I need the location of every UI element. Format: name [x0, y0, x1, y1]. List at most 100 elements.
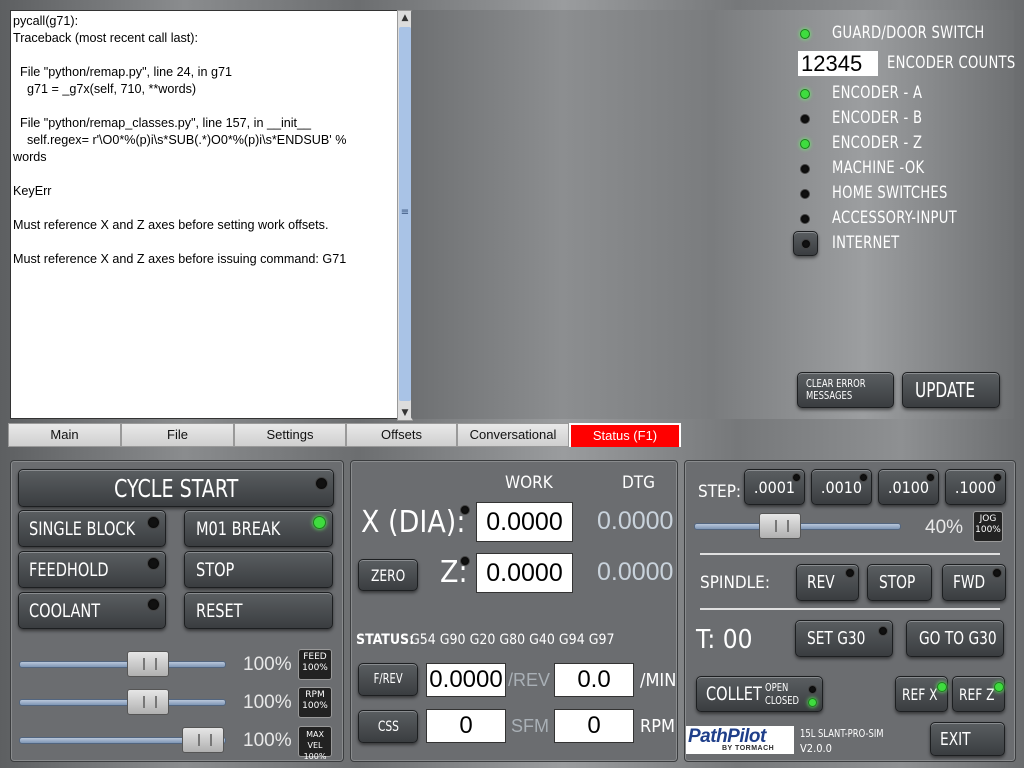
cycle-start-button[interactable]: CYCLE START [18, 469, 334, 507]
css-button[interactable]: CSS [358, 710, 418, 743]
tab-file[interactable]: File [121, 423, 234, 447]
scroll-up-icon[interactable]: ▲ [399, 11, 411, 25]
x-ref-led-icon [460, 505, 470, 515]
ref-z-label: REF Z [959, 684, 995, 704]
step-0010-button[interactable]: .0010 [811, 469, 872, 505]
maxvel-reset-button[interactable]: MAX VEL 100% [298, 726, 332, 761]
spindle-stop-button[interactable]: STOP [867, 564, 932, 601]
fwd-led-icon [992, 568, 1002, 578]
collet-open-led-icon [808, 685, 817, 694]
feed-override-slider[interactable] [19, 661, 226, 668]
collet-closed-label: CLOSED [765, 694, 799, 707]
console-line: File "python/remap.py", line 24, in g71 [13, 65, 232, 79]
feed-rev-input[interactable]: 0.0000 [426, 663, 506, 697]
encoder-a-led-icon [800, 89, 810, 99]
internet-button[interactable] [793, 231, 818, 256]
step-0100-led-icon [926, 473, 935, 482]
maxvel-btn-value: 100% [303, 752, 327, 761]
set-g30-led-icon [878, 626, 888, 636]
machine-ok-label: MACHINE -OK [832, 158, 925, 178]
sfm-input[interactable]: 0 [426, 709, 506, 743]
jog-btn-label: JOG [979, 514, 997, 524]
exit-button[interactable]: EXIT [930, 722, 1005, 756]
zero-button[interactable]: ZERO [358, 559, 418, 591]
feedhold-label: FEEDHOLD [29, 558, 109, 581]
accessory-input-led-icon [800, 214, 810, 224]
console-line: self.regex= r'\O0*%(p)i\s*SUB(.*)O0*%(p)… [13, 133, 347, 147]
error-console[interactable]: pycall(g71): Traceback (most recent call … [10, 10, 398, 419]
tab-offsets[interactable]: Offsets [346, 423, 457, 447]
tab-settings[interactable]: Settings [234, 423, 346, 447]
go-to-g30-button[interactable]: GO TO G30 [906, 620, 1004, 657]
tab-status[interactable]: Status (F1) [569, 423, 681, 447]
maxvel-btn-label: MAX VEL [306, 730, 324, 750]
reset-button[interactable]: RESET [184, 592, 333, 629]
z-dtg-value: 0.0000 [597, 558, 674, 586]
feedhold-button[interactable]: FEEDHOLD [18, 551, 166, 588]
set-g30-label: SET G30 [807, 628, 866, 649]
encoder-z-led-icon [800, 139, 810, 149]
m01-break-button[interactable]: M01 BREAK [184, 510, 333, 547]
step-0100-button[interactable]: .0100 [878, 469, 939, 505]
single-block-button[interactable]: SINGLE BLOCK [18, 510, 166, 547]
feed-reset-button[interactable]: FEED 100% [298, 649, 332, 680]
jog-reset-button[interactable]: JOG 100% [973, 511, 1003, 542]
internet-led-icon [801, 239, 811, 249]
z-work-dro[interactable]: 0.0000 [476, 553, 573, 593]
rpm-slider-thumb[interactable] [127, 689, 169, 715]
spindle-stop-label: STOP [879, 572, 916, 593]
collet-button[interactable]: COLLET OPEN CLOSED [696, 676, 823, 712]
x-work-dro[interactable]: 0.0000 [476, 502, 573, 542]
stop-button[interactable]: STOP [184, 551, 333, 588]
scrollbar-thumb[interactable]: ≡ [399, 27, 411, 401]
jog-slider-thumb[interactable] [759, 513, 801, 539]
maxvel-override-value: 100% [243, 730, 292, 751]
guard-led-icon [800, 29, 810, 39]
feed-per-rev-button[interactable]: F/REV [358, 663, 418, 696]
ref-x-button[interactable]: REF X [895, 676, 948, 712]
divider [700, 553, 1000, 555]
encoder-z-label: ENCODER - Z [832, 133, 923, 153]
fwd-label: FWD [953, 572, 986, 593]
console-text: pycall(g71): Traceback (most recent call … [11, 11, 397, 268]
scroll-down-icon[interactable]: ▼ [399, 406, 411, 420]
encoder-a-label: ENCODER - A [832, 83, 923, 103]
feed-rev-unit: /REV [508, 670, 551, 690]
step-0001-button[interactable]: .0001 [744, 469, 805, 505]
css-label: CSS [377, 718, 399, 735]
spindle-fwd-button[interactable]: FWD [942, 564, 1006, 601]
internet-label: INTERNET [832, 233, 900, 253]
update-button[interactable]: UPDATE [902, 372, 1000, 408]
rpm-reset-button[interactable]: RPM 100% [298, 687, 332, 718]
feed-btn-value: 100% [302, 663, 328, 673]
maxvel-slider-thumb[interactable] [182, 727, 224, 753]
tab-conversational[interactable]: Conversational [457, 423, 569, 447]
feed-min-input[interactable]: 0.0 [554, 663, 634, 697]
collet-closed-led-icon [808, 698, 817, 707]
frev-label: F/REV [373, 672, 403, 687]
machine-ok-led-icon [800, 164, 810, 174]
coolant-button[interactable]: COOLANT [18, 592, 166, 629]
collet-open-label: OPEN [765, 681, 789, 694]
set-g30-button[interactable]: SET G30 [795, 620, 893, 657]
jog-speed-value: 40% [925, 517, 964, 538]
rpm-override-slider[interactable] [19, 699, 226, 706]
cycle-start-led-icon [315, 477, 328, 490]
step-1000-led-icon [993, 473, 1002, 482]
sfm-unit: SFM [511, 716, 549, 736]
step-0100-label: .0100 [887, 477, 930, 497]
jog-btn-value: 100% [975, 525, 1001, 535]
clear-error-messages-button[interactable]: CLEAR ERROR MESSAGES [797, 372, 894, 408]
step-1000-button[interactable]: .1000 [945, 469, 1006, 505]
coolant-label: COOLANT [29, 599, 101, 622]
ref-z-button[interactable]: REF Z [952, 676, 1005, 712]
tab-main[interactable]: Main [8, 423, 121, 447]
spindle-rev-button[interactable]: REV [796, 564, 859, 601]
rpm-input[interactable]: 0 [554, 709, 634, 743]
console-line: g71 = _g7x(self, 710, **words) [13, 82, 197, 96]
step-1000-label: .1000 [954, 477, 997, 497]
feed-slider-thumb[interactable] [127, 651, 169, 677]
step-0001-label: .0001 [753, 477, 796, 497]
step-0001-led-icon [792, 473, 801, 482]
